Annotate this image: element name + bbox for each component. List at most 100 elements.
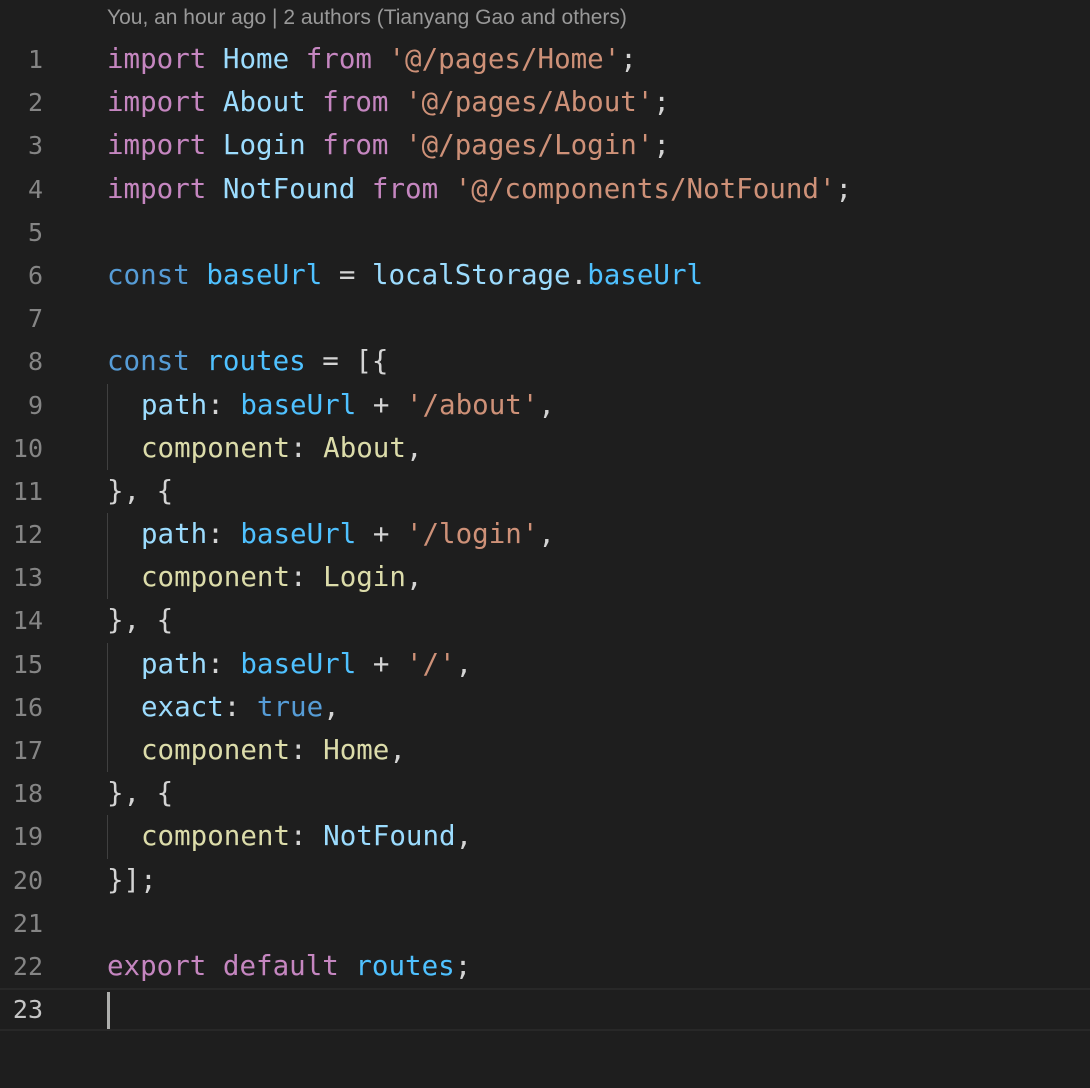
code-token: ; xyxy=(835,172,853,205)
code-token: '/login' xyxy=(405,518,539,551)
code-line[interactable]: 3 import Login from '@/pages/Login'; xyxy=(0,124,1090,167)
code-line[interactable]: 1 import Home from '@/pages/Home'; xyxy=(0,38,1090,81)
code-token: import xyxy=(107,86,207,119)
code-token: '/' xyxy=(405,647,456,680)
line-number: 23 xyxy=(12,995,43,1025)
code-text[interactable]: import About from '@/pages/About'; xyxy=(107,81,670,124)
code-line[interactable]: 10 component: About, xyxy=(0,426,1090,470)
code-line[interactable]: 19 component: NotFound, xyxy=(0,815,1090,859)
code-line[interactable]: 17 component: Home, xyxy=(0,729,1090,773)
code-editor[interactable]: You, an hour ago | 2 authors (Tianyang G… xyxy=(0,0,1090,1088)
git-blame-codelens[interactable]: You, an hour ago | 2 authors (Tianyang G… xyxy=(107,6,627,30)
code-line[interactable]: 4 import NotFound from '@/components/NotF… xyxy=(0,168,1090,211)
code-token: : xyxy=(290,561,324,594)
code-token: path xyxy=(141,388,208,421)
code-line[interactable]: 12 path: baseUrl + '/login', xyxy=(0,513,1090,557)
code-text[interactable]: }, { xyxy=(107,599,173,642)
line-number: 13 xyxy=(12,563,43,593)
code-line[interactable]: 22 export default routes; xyxy=(0,945,1090,988)
code-token: ; xyxy=(454,949,472,982)
code-token: = [{ xyxy=(305,345,389,378)
code-token: Login xyxy=(323,561,406,594)
code-text[interactable]: component: Login, xyxy=(107,556,423,599)
code-text[interactable]: export default routes; xyxy=(107,945,471,988)
code-text[interactable]: component: NotFound, xyxy=(107,815,472,858)
code-token: '@/pages/Login' xyxy=(405,129,654,162)
line-number: 6 xyxy=(27,260,43,290)
code-token: component xyxy=(141,820,291,853)
code-line-active[interactable]: 23 xyxy=(0,988,1090,1032)
line-number: 20 xyxy=(12,865,43,895)
code-text[interactable]: path: baseUrl + '/about', xyxy=(107,384,555,427)
code-token: , xyxy=(538,388,555,421)
code-line[interactable]: 9 path: baseUrl + '/about', xyxy=(0,383,1090,427)
code-token: baseUrl xyxy=(240,518,357,551)
code-text[interactable]: }, { xyxy=(107,470,173,513)
code-line[interactable]: 11}, { xyxy=(0,470,1090,513)
code-token: Login xyxy=(222,129,306,162)
code-token: , xyxy=(455,820,473,853)
line-number: 4 xyxy=(27,174,43,204)
code-text[interactable]: path: baseUrl + '/login', xyxy=(107,513,555,556)
line-number: 10 xyxy=(12,433,43,463)
line-number: 9 xyxy=(27,390,43,420)
code-line[interactable]: 7 xyxy=(0,297,1090,340)
code-line[interactable]: 21 xyxy=(0,902,1090,945)
code-text[interactable]: const baseUrl = localStorage.baseUrl xyxy=(107,254,703,297)
code-token: About xyxy=(222,86,306,119)
code-line[interactable]: 2 import About from '@/pages/About'; xyxy=(0,81,1090,124)
code-token: NotFound xyxy=(222,172,356,205)
code-token: import xyxy=(107,43,207,75)
code-token: localStorage xyxy=(371,258,571,291)
code-line[interactable]: 15 path: baseUrl + '/', xyxy=(0,642,1090,686)
code-text[interactable]: import NotFound from '@/components/NotFo… xyxy=(107,168,852,211)
line-number: 5 xyxy=(27,217,43,247)
code-line[interactable]: 6 const baseUrl = localStorage.baseUrl xyxy=(0,254,1090,297)
code-token: Home xyxy=(323,734,390,766)
text-cursor xyxy=(107,992,110,1030)
code-text[interactable]: import Home from '@/pages/Home'; xyxy=(107,38,637,81)
line-number: 14 xyxy=(12,606,43,636)
code-token: from xyxy=(371,172,439,205)
code-text[interactable]: component: Home, xyxy=(107,729,406,772)
code-line[interactable]: 13 component: Login, xyxy=(0,556,1090,600)
code-token: routes xyxy=(206,345,306,378)
code-token: }, { xyxy=(107,474,174,507)
line-number: 22 xyxy=(12,951,43,981)
code-text[interactable]: }, { xyxy=(107,772,173,815)
code-token: baseUrl xyxy=(206,258,323,291)
code-line[interactable]: 14 }, { xyxy=(0,599,1090,642)
line-number: 3 xyxy=(27,131,43,161)
code-token: ; xyxy=(653,129,670,162)
code-token: routes xyxy=(355,949,455,982)
code-text[interactable]: component: About, xyxy=(107,427,423,470)
code-token: path xyxy=(141,518,208,551)
code-text[interactable]: import Login from '@/pages/Login'; xyxy=(107,124,670,167)
code-token: : xyxy=(290,820,324,853)
code-text[interactable]: }]; xyxy=(107,859,157,902)
code-token: }, { xyxy=(107,777,174,810)
code-token: , xyxy=(323,690,340,723)
code-token: from xyxy=(305,43,372,75)
code-line[interactable]: 18}, { xyxy=(0,772,1090,815)
code-line[interactable]: 5 xyxy=(0,211,1090,254)
code-text[interactable]: const routes = [{ xyxy=(107,340,389,383)
code-token: from xyxy=(322,86,389,119)
code-line[interactable]: 16 exact: true, xyxy=(0,685,1090,729)
code-token: component xyxy=(141,734,291,766)
code-token: path xyxy=(141,647,208,680)
code-lines: 1 import Home from '@/pages/Home'; 2 import… xyxy=(0,38,1090,1032)
line-number: 2 xyxy=(27,88,43,118)
code-text[interactable]: path: baseUrl + '/', xyxy=(107,643,472,686)
code-token: + xyxy=(356,388,406,421)
code-token: import xyxy=(107,172,207,205)
code-token: ; xyxy=(653,86,670,119)
code-token: = xyxy=(322,258,372,291)
code-text[interactable]: exact: true, xyxy=(107,686,340,729)
code-line[interactable]: 20}]; xyxy=(0,859,1090,902)
code-line[interactable]: 8 const routes = [{ xyxy=(0,340,1090,383)
line-number: 7 xyxy=(27,304,43,334)
